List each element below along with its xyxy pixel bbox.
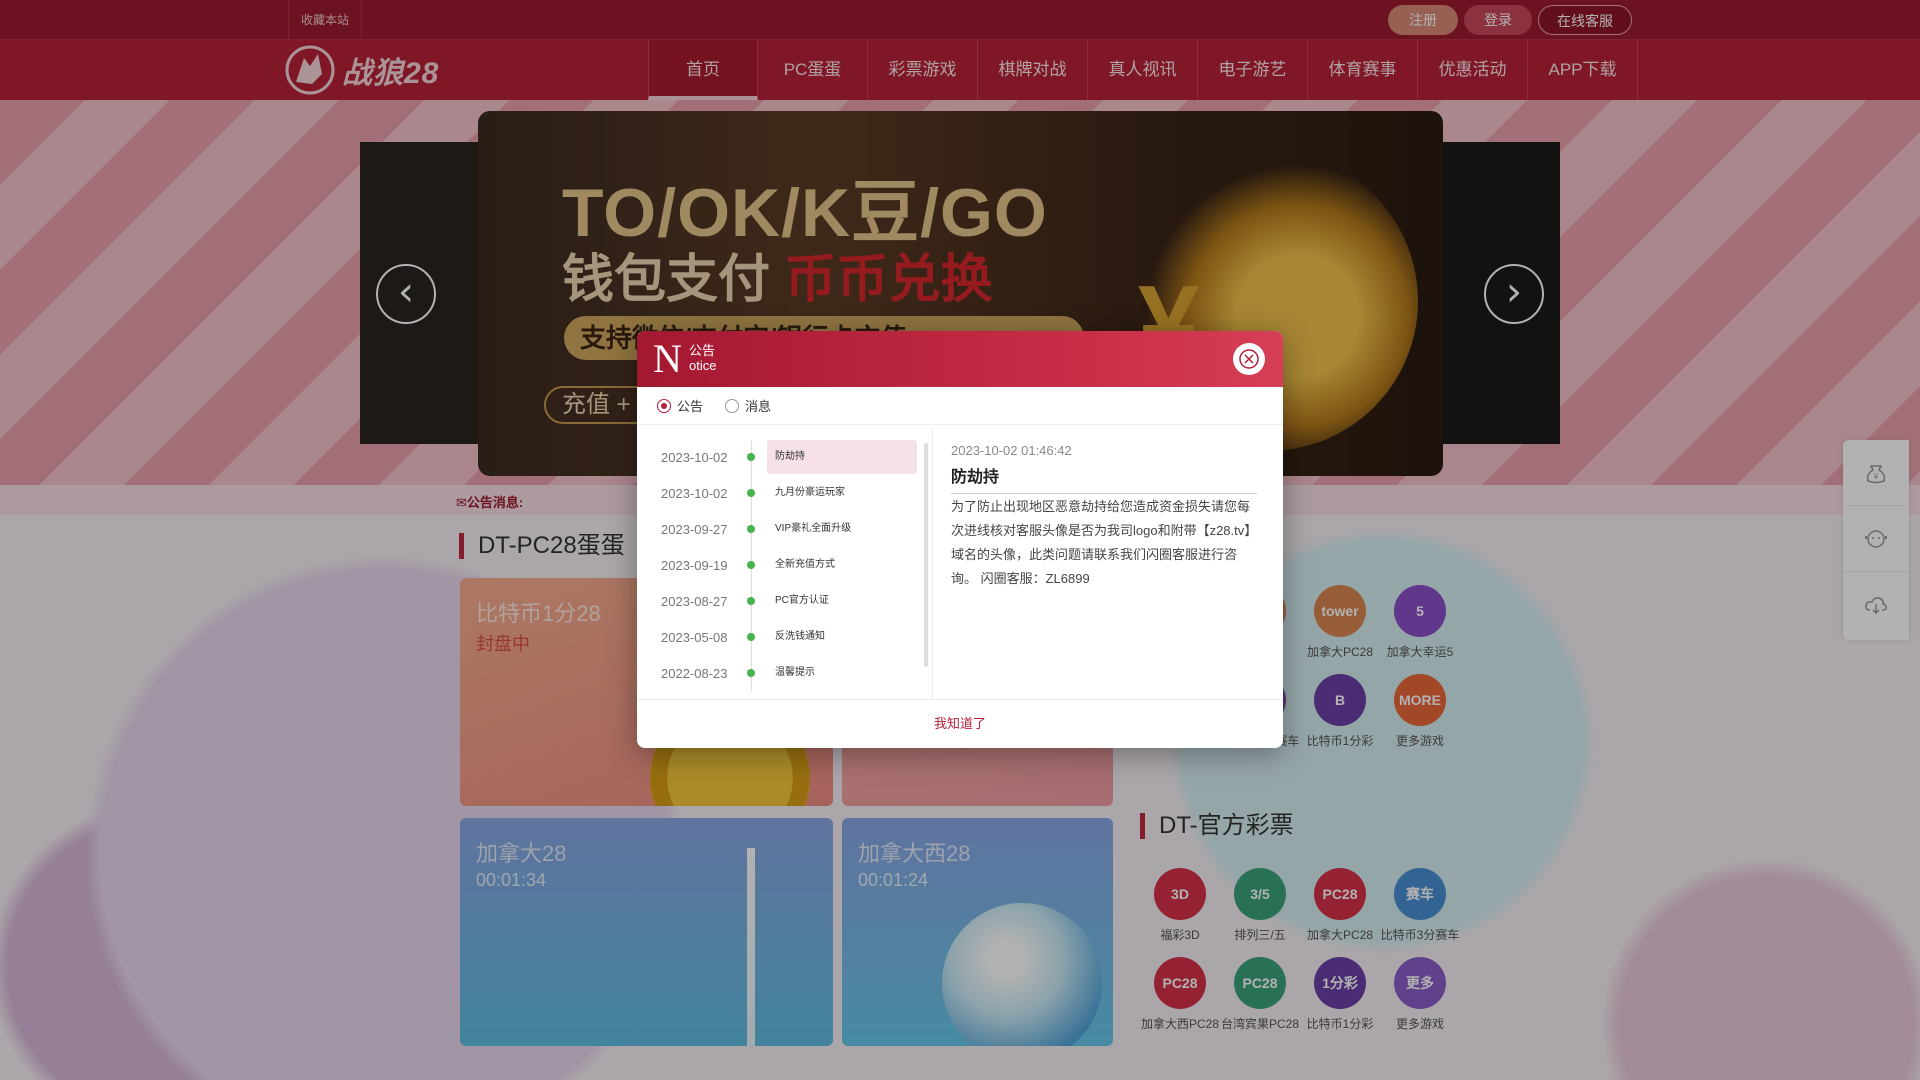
- notice-list-item[interactable]: 2023-09-27 VIP豪礼全面升级: [637, 512, 927, 546]
- notice-list-item[interactable]: 2022-08-23 温馨提示: [637, 656, 927, 690]
- notice-item-title[interactable]: PC官方认证: [767, 584, 917, 618]
- notice-list-item[interactable]: 2023-10-02 防劫持: [637, 440, 927, 474]
- radio-unchecked-icon[interactable]: [725, 398, 740, 413]
- tab-messages[interactable]: 消息: [725, 396, 771, 415]
- notice-list: 2023-10-02 防劫持 2023-10-02 九月份豪运玩家 2023-09-27…: [637, 427, 933, 699]
- notice-item-title[interactable]: 温馨提示: [767, 656, 917, 690]
- notice-date: 2023-05-08: [661, 629, 728, 645]
- notice-item-title[interactable]: 反洗钱通知: [767, 620, 917, 654]
- radio-checked-icon[interactable]: [657, 398, 671, 413]
- notice-list-item[interactable]: 2023-05-08 反洗钱通知: [637, 620, 927, 654]
- modal-title: 公告: [689, 343, 716, 358]
- notice-content: 为了防止出现地区恶意劫持给您造成资金损失请您每次进线核对客服头像是否为我司log…: [951, 499, 1251, 586]
- notice-title: 防劫持: [951, 463, 1257, 494]
- confirm-button[interactable]: 我知道了: [637, 699, 1283, 748]
- notice-item-title[interactable]: 九月份豪运玩家: [767, 476, 917, 510]
- notice-date: 2023-09-27: [661, 521, 728, 537]
- notice-modal: N 公告 otice 公告 消息 2023-10-02 防劫持 2023-10-02…: [637, 331, 1283, 748]
- notice-date: 2022-08-23: [661, 665, 728, 681]
- status-dot-icon: [747, 669, 755, 677]
- status-dot-icon: [747, 633, 755, 641]
- modal-tabs: 公告 消息: [637, 387, 1283, 425]
- notice-list-item[interactable]: 2023-08-27 PC官方认证: [637, 584, 927, 618]
- modal-header: N 公告 otice: [637, 331, 1283, 387]
- modal-body: 2023-10-02 防劫持 2023-10-02 九月份豪运玩家 2023-09-27…: [637, 427, 1283, 699]
- notice-date: 2023-09-19: [661, 557, 728, 573]
- tab-notice[interactable]: 公告: [657, 396, 703, 415]
- notice-list-item[interactable]: 2023-09-19 全新充值方式: [637, 548, 927, 582]
- notice-detail: 2023-10-02 01:46:42 防劫持 为了防止出现地区恶意劫持给您造成…: [951, 427, 1261, 699]
- notice-item-title[interactable]: VIP豪礼全面升级: [767, 512, 917, 546]
- notice-item-title[interactable]: 防劫持: [767, 440, 917, 474]
- status-dot-icon: [747, 525, 755, 533]
- modal-title-en: otice: [689, 358, 717, 373]
- notice-item-title[interactable]: 全新充值方式: [767, 548, 917, 582]
- status-dot-icon: [747, 597, 755, 605]
- notice-date: 2023-10-02: [661, 485, 728, 501]
- close-icon[interactable]: [1233, 343, 1265, 375]
- notice-date: 2023-08-27: [661, 593, 728, 609]
- status-dot-icon: [747, 453, 755, 461]
- notice-list-item[interactable]: 2023-10-02 九月份豪运玩家: [637, 476, 927, 510]
- notice-date: 2023-10-02: [661, 449, 728, 465]
- status-dot-icon: [747, 489, 755, 497]
- notice-n-letter: N: [653, 336, 682, 381]
- status-dot-icon: [747, 561, 755, 569]
- notice-time: 2023-10-02 01:46:42: [951, 443, 1072, 458]
